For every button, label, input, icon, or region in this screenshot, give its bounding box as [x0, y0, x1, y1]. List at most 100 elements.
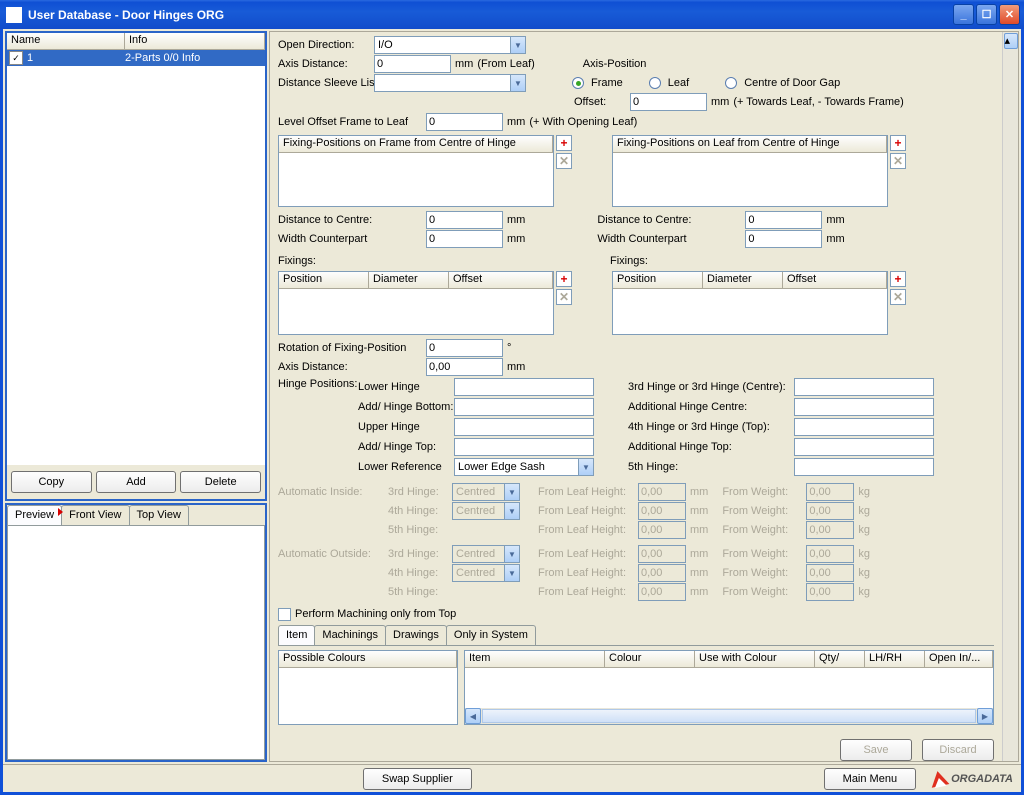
remove-fixing-l-button[interactable]: ✕ — [556, 289, 572, 305]
offset-input[interactable]: 0 — [630, 93, 707, 111]
list-col-name[interactable]: Name — [7, 33, 125, 49]
unit-mm: mm — [455, 58, 473, 70]
label-width-cp-r: Width Counterpart — [597, 233, 745, 245]
tab-preview[interactable]: Preview — [7, 505, 62, 525]
save-button[interactable]: Save — [840, 739, 912, 761]
discard-button[interactable]: Discard — [922, 739, 994, 761]
items-table[interactable]: Item Colour Use with Colour Qty/ LH/RH O… — [464, 650, 994, 725]
fifth-hinge-input[interactable] — [794, 458, 934, 476]
add-fixing-l-button[interactable]: + — [556, 271, 572, 287]
unit-mm: mm — [711, 96, 729, 108]
scroll-up-icon[interactable]: ▴ — [1004, 33, 1018, 49]
label-axis-distance2: Axis Distance: — [278, 361, 426, 373]
scroll-right-icon[interactable]: ▶ — [977, 708, 993, 724]
add-fixing-frame-button[interactable]: + — [556, 135, 572, 151]
unit-mm: mm — [507, 116, 525, 128]
radio-centre-gap[interactable] — [725, 77, 737, 89]
row-info: 2-Parts 0/0 Info — [125, 52, 265, 64]
footer: Swap Supplier Main Menu ORGADATA — [3, 764, 1021, 792]
label-width-cp-l: Width Counterpart — [278, 233, 426, 245]
upper-hinge-input[interactable] — [454, 418, 594, 436]
fixings-table-r[interactable]: Position Diameter Offset — [612, 271, 888, 335]
label-distance-centre-r: Distance to Centre: — [597, 214, 745, 226]
tab-top-view[interactable]: Top View — [129, 505, 189, 525]
fixings-table-l[interactable]: Position Diameter Offset — [278, 271, 554, 335]
level-offset-input[interactable]: 0 — [426, 113, 503, 131]
perform-machining-checkbox[interactable] — [278, 608, 291, 621]
lower-reference-select[interactable]: Lower Edge Sash▼ — [454, 458, 594, 476]
subtab-drawings[interactable]: Drawings — [385, 625, 447, 645]
rotation-input[interactable]: 0 — [426, 339, 503, 357]
form-panel: Open Direction: I/O▼ Axis Distance: 0 mm… — [269, 31, 1019, 762]
delete-button[interactable]: Delete — [180, 471, 261, 493]
open-direction-select[interactable]: I/O▼ — [374, 36, 526, 54]
label-hinge-positions: Hinge Positions: — [278, 378, 358, 390]
label-perform-machining: Perform Machining only from Top — [295, 608, 456, 620]
fixing-frame-title: Fixing-Positions on Frame from Centre of… — [279, 136, 553, 152]
preview-area — [7, 525, 265, 760]
label-axis-position: Axis-Position — [583, 58, 647, 70]
window-title: User Database - Door Hinges ORG — [28, 8, 953, 22]
axis-distance2-input[interactable]: 0,00 — [426, 358, 503, 376]
auto-3rd-select: Centred▼ — [452, 483, 520, 501]
logo-icon — [929, 769, 950, 787]
width-cp-input-r[interactable]: 0 — [745, 230, 822, 248]
third-hinge-input[interactable] — [794, 378, 934, 396]
remove-fixing-leaf-button[interactable]: ✕ — [890, 153, 906, 169]
width-cp-input-l[interactable]: 0 — [426, 230, 503, 248]
label-auto-inside: Automatic Inside: — [278, 486, 388, 498]
database-list-panel: Name Info ✓ 1 2-Parts 0/0 Info Copy Add … — [5, 31, 267, 501]
label-open-direction: Open Direction: — [278, 39, 374, 51]
offset-note: (+ Towards Leaf, - Towards Frame) — [733, 96, 903, 108]
close-button[interactable]: ✕ — [999, 4, 1020, 25]
label-offset: Offset: — [574, 96, 630, 108]
main-menu-button[interactable]: Main Menu — [824, 768, 916, 790]
add-hinge-centre-input[interactable] — [794, 398, 934, 416]
add-fixing-r-button[interactable]: + — [890, 271, 906, 287]
label-fixings-l: Fixings: — [278, 255, 574, 267]
list-header: Name Info — [7, 33, 265, 50]
label-from-leaf: (From Leaf) — [477, 58, 534, 70]
list-col-info[interactable]: Info — [125, 33, 265, 49]
add-fixing-leaf-button[interactable]: + — [890, 135, 906, 151]
subtab-machinings[interactable]: Machinings — [314, 625, 386, 645]
subtab-only-system[interactable]: Only in System — [446, 625, 536, 645]
remove-fixing-frame-button[interactable]: ✕ — [556, 153, 572, 169]
fourth-hinge-input[interactable] — [794, 418, 934, 436]
add-hinge-top-input[interactable] — [454, 438, 594, 456]
add-hinge-bottom-input[interactable] — [454, 398, 594, 416]
label-centre-gap: Centre of Door Gap — [744, 77, 840, 89]
minimize-button[interactable]: _ — [953, 4, 974, 25]
lower-hinge-input[interactable] — [454, 378, 594, 396]
radio-leaf[interactable] — [649, 77, 661, 89]
row-checkbox[interactable]: ✓ — [9, 51, 23, 65]
fixing-frame-box: Fixing-Positions on Frame from Centre of… — [278, 135, 554, 207]
label-axis-distance: Axis Distance: — [278, 58, 374, 70]
remove-fixing-r-button[interactable]: ✕ — [890, 289, 906, 305]
add-hinge-top2-input[interactable] — [794, 438, 934, 456]
axis-distance-input[interactable]: 0 — [374, 55, 451, 73]
label-level-offset: Level Offset Frame to Leaf — [278, 116, 426, 128]
maximize-button[interactable]: ☐ — [976, 4, 997, 25]
add-button[interactable]: Add — [96, 471, 177, 493]
horizontal-scrollbar[interactable]: ◀ ▶ — [465, 708, 993, 724]
swap-supplier-button[interactable]: Swap Supplier — [363, 768, 472, 790]
radio-frame[interactable] — [572, 77, 584, 89]
copy-button[interactable]: Copy — [11, 471, 92, 493]
vertical-scrollbar[interactable]: ▴ — [1002, 32, 1018, 761]
distance-centre-input-l[interactable]: 0 — [426, 211, 503, 229]
list-row[interactable]: ✓ 1 2-Parts 0/0 Info — [7, 50, 265, 66]
label-leaf: Leaf — [668, 77, 689, 89]
chevron-down-icon: ▼ — [510, 75, 525, 91]
distance-centre-input-r[interactable]: 0 — [745, 211, 822, 229]
label-rotation: Rotation of Fixing-Position — [278, 342, 426, 354]
fixing-leaf-box: Fixing-Positions on Leaf from Centre of … — [612, 135, 888, 207]
window-titlebar: User Database - Door Hinges ORG _ ☐ ✕ — [0, 0, 1024, 29]
possible-colours-box[interactable]: Possible Colours — [278, 650, 458, 725]
sleeve-list-select[interactable]: ▼ — [374, 74, 526, 92]
row-name: 1 — [25, 52, 125, 64]
scroll-left-icon[interactable]: ◀ — [465, 708, 481, 724]
tab-front-view[interactable]: Front View — [61, 505, 129, 525]
label-sleeve-list: Distance Sleeve List — [278, 77, 374, 89]
subtab-item[interactable]: Item — [278, 625, 315, 645]
